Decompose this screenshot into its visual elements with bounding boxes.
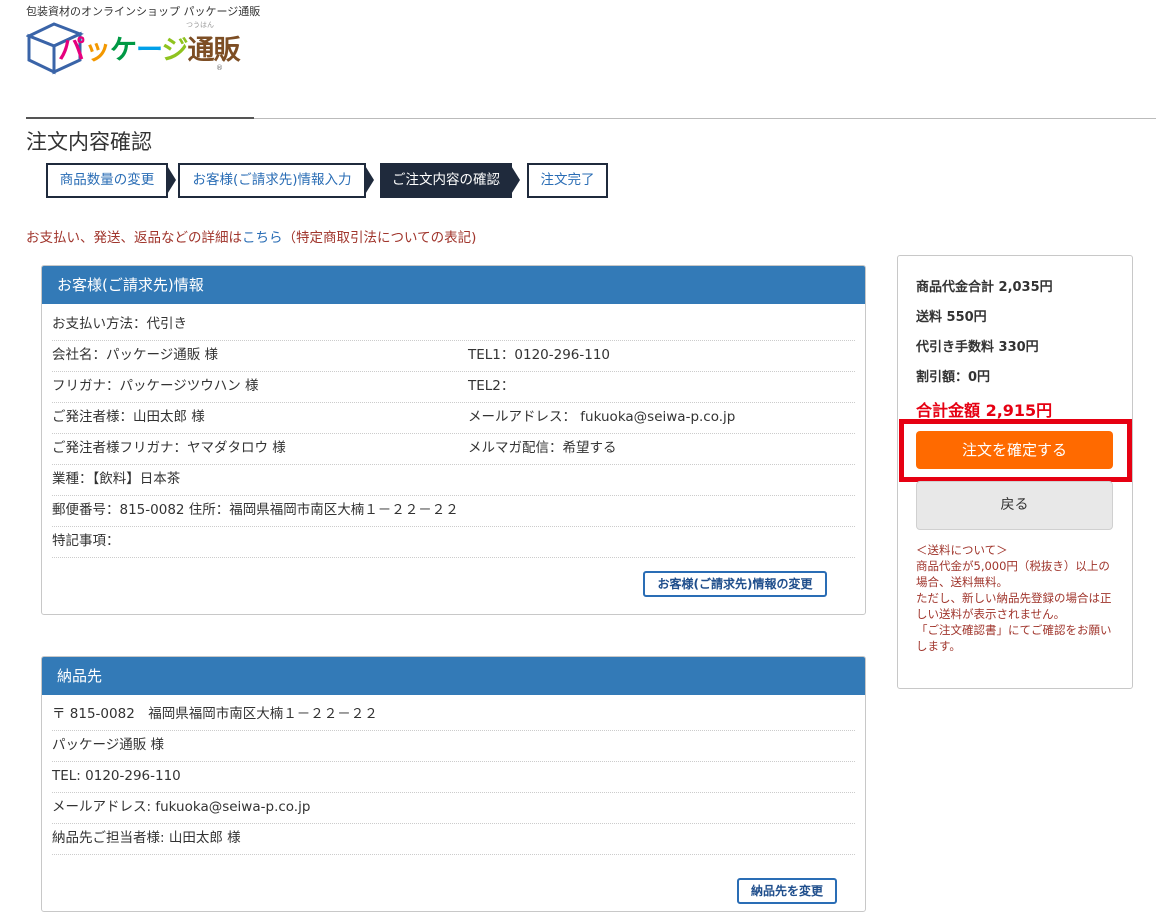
back-button[interactable]: 戻る <box>916 481 1113 530</box>
shipping-note-line: 商品代金が5,000円（税抜き）以上の場合、送料無料。 <box>916 559 1110 589</box>
step-arrow-icon <box>510 164 520 196</box>
delivery-panel: 納品先 〒 815-0082 福岡県福岡市南区大楠１－２２－２２ パッケージ通販… <box>41 656 866 912</box>
step-arrow-icon <box>166 164 176 196</box>
orderer-kana-row: ご発注者様フリガナ：ヤマダタロウ 様メルマガ配信：希望する <box>52 434 855 465</box>
delivery-address: 〒 815-0082 福岡県福岡市南区大楠１－２２－２２ <box>52 700 855 731</box>
newsletter: メルマガ配信：希望する <box>468 440 617 456</box>
address-row: 郵便番号：815-0082 住所：福岡県福岡市南区大楠１－２２－２２ <box>52 496 855 527</box>
shipping-note-line: 「ご注文確認書」にてご確認をお願いします。 <box>916 623 1112 653</box>
delivery-tel: TEL: 0120-296-110 <box>52 762 855 793</box>
header-divider-accent <box>26 117 254 119</box>
cod-fee: 代引き手数料 330円 <box>916 340 1039 355</box>
kana-row: フリガナ：パッケージツウハン 様 TEL2： <box>52 372 855 403</box>
step-arrow-icon <box>364 164 374 196</box>
tel1: TEL1：0120-296-110 <box>468 347 611 363</box>
panel-heading: 納品先 <box>42 657 865 695</box>
payment-method: お支払い方法：代引き <box>52 310 855 341</box>
industry-row: 業種：【飲料】日本茶 <box>52 465 855 496</box>
customer-info-panel: お客様(ご請求先)情報 お支払い方法：代引き 会社名：パッケージ通販 様 TEL1… <box>41 265 866 615</box>
step-order-complete: 注文完了 <box>527 163 608 198</box>
notice-text-after: （特定商取引法についての表記) <box>282 230 477 246</box>
subtotal: 商品代金合計 2,035円 <box>916 280 1053 295</box>
panel-heading: お客様(ご請求先)情報 <box>42 266 865 304</box>
shipping-fee: 送料 550円 <box>916 310 987 325</box>
shipping-note: ＜送料について＞ 商品代金が5,000円（税抜き）以上の場合、送料無料。 ただし… <box>916 542 1116 654</box>
company-row: 会社名：パッケージ通販 様 TEL1：0120-296-110 <box>52 341 855 372</box>
delivery-contact: 納品先ご担当者様: 山田太郎 様 <box>52 824 855 855</box>
header-divider <box>254 118 1156 119</box>
site-tagline: 包装資材のオンラインショップ パッケージ通販 <box>26 5 261 18</box>
step-customer-info[interactable]: お客様(ご請求先)情報入力 <box>178 163 366 198</box>
change-delivery-button[interactable]: 納品先を変更 <box>737 878 837 904</box>
tel2: TEL2： <box>468 378 515 394</box>
order-total: 合計金額 2,915円 <box>916 401 1053 420</box>
logo-ruby: つうはん <box>186 21 214 29</box>
page-title: 注文内容確認 <box>26 130 152 154</box>
logo-wordmark: パッケージ通販 <box>58 35 240 66</box>
discount: 割引額：0円 <box>916 370 991 385</box>
shipping-note-line: ただし、新しい納品先登録の場合は正しい送料が表示されません。 <box>916 591 1112 621</box>
delivery-email: メールアドレス: fukuoka@seiwa-p.co.jp <box>52 793 855 824</box>
delivery-name: パッケージ通販 様 <box>52 731 855 762</box>
shipping-note-title: ＜送料について＞ <box>916 543 1008 557</box>
notice-link[interactable]: こちら <box>242 230 283 246</box>
email: メールアドレス： fukuoka@seiwa-p.co.jp <box>468 409 736 425</box>
confirm-order-button[interactable]: 注文を確定する <box>916 431 1113 469</box>
registered-mark: ® <box>216 64 223 72</box>
step-quantity-change[interactable]: 商品数量の変更 <box>46 163 168 198</box>
remarks-row: 特記事項： <box>52 527 855 558</box>
notice-text: お支払い、発送、返品などの詳細は <box>26 230 242 246</box>
legal-notice: お支払い、発送、返品などの詳細はこちら（特定商取引法についての表記) <box>26 226 476 246</box>
change-customer-info-button[interactable]: お客様(ご請求先)情報の変更 <box>643 571 827 597</box>
orderer-row: ご発注者様：山田太郎 様メールアドレス： fukuoka@seiwa-p.co.… <box>52 403 855 434</box>
step-order-confirm: ご注文内容の確認 <box>380 163 512 198</box>
